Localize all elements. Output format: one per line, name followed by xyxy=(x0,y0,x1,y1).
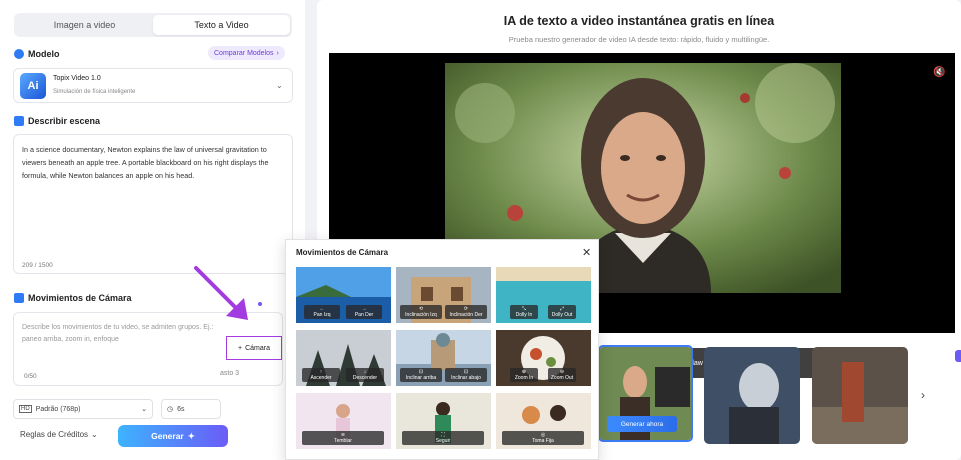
tile-follow[interactable]: ⛶ Seguir xyxy=(396,393,491,449)
dolly-in-label: Dolly In xyxy=(515,312,533,318)
resolution-select[interactable]: HD Padrão (768p) ⌄ xyxy=(13,399,153,419)
camera-section-text: Movimientos de Cámara xyxy=(28,293,132,303)
generate-label: Generar xyxy=(151,431,184,441)
shake-label: Temblar xyxy=(334,438,352,444)
tile-vertical[interactable]: ↑ Ascender ↓ Descender xyxy=(296,330,391,386)
tab-text-to-video[interactable]: Texto a Video xyxy=(153,15,290,35)
pan-left-label: Pan Izq xyxy=(313,312,331,318)
scene-text: In a science documentary, Newton explain… xyxy=(22,145,269,180)
hd-icon: HD xyxy=(19,405,32,413)
pan-right-option[interactable]: → Pan Der xyxy=(346,305,382,319)
descend-label: Descender xyxy=(352,375,378,381)
indicator-dot xyxy=(258,302,262,306)
side-handle[interactable] xyxy=(955,350,961,362)
ascend-label: Ascender xyxy=(310,375,332,381)
tile-shake[interactable]: ≋ Temblar xyxy=(296,393,391,449)
popup-title: Movimientos de Cámara xyxy=(296,248,389,257)
dolly-out-option[interactable]: ⤢ Dolly Out xyxy=(548,305,576,319)
zoom-in-option[interactable]: ⊕ Zoom In xyxy=(510,368,538,382)
follow-label: Seguir xyxy=(435,438,451,444)
mute-icon[interactable]: 🔇 xyxy=(933,67,945,78)
static-shot-label: Toma Fija xyxy=(532,438,554,444)
zoom-out-label: Zoom Out xyxy=(550,375,574,381)
incline-down-label: Inclinar abajo xyxy=(451,375,481,381)
page-subtitle: Prueba nuestro generador de video IA des… xyxy=(508,35,770,44)
tile-pan[interactable]: ← Pan Izq → Pan Der xyxy=(296,267,391,323)
model-name: Topix Video 1.0 xyxy=(53,75,101,82)
chevron-down-icon: ⌄ xyxy=(276,81,283,90)
tile-incline[interactable]: ⊡ Inclinar arriba ⊡ Inclinar abajo xyxy=(396,330,491,386)
camera-section-label: Movimientos de Cámara xyxy=(14,293,132,303)
chevron-right-icon: › xyxy=(276,49,279,57)
thumbnail-2[interactable] xyxy=(704,347,800,444)
resolution-value: Padrão (768p) xyxy=(35,405,81,413)
pan-left-option[interactable]: ← Pan Izq xyxy=(304,305,340,319)
generate-button[interactable]: Generar ✦ xyxy=(118,425,228,447)
duration-select[interactable]: ◷ 6s xyxy=(161,399,221,419)
model-section-label: Modelo xyxy=(14,49,60,59)
tilt-right-label: Inclinación Der xyxy=(449,312,483,318)
add-camera-label: Cámara xyxy=(245,344,270,352)
static-shot-option[interactable]: ◎ Toma Fija xyxy=(502,431,584,445)
incline-down-option[interactable]: ⊡ Inclinar abajo xyxy=(445,368,487,382)
model-icon xyxy=(14,49,24,59)
duration-value: 6s xyxy=(177,405,185,413)
credits-rules-link[interactable]: Reglas de Créditos ⌄ xyxy=(20,430,98,439)
mode-tabs: Imagen a video Texto a Video xyxy=(14,13,292,37)
dolly-out-label: Dolly Out xyxy=(551,312,573,318)
follow-option[interactable]: ⛶ Seguir xyxy=(402,431,484,445)
scene-section-text: Describir escena xyxy=(28,116,101,126)
pan-right-label: Pan Der xyxy=(354,312,374,318)
incline-up-label: Inclinar arriba xyxy=(405,375,437,381)
credits-rules-label: Reglas de Créditos xyxy=(20,430,89,439)
tilt-left-option[interactable]: ⟲ Inclinación Izq xyxy=(400,305,442,319)
descend-option[interactable]: ↓ Descender xyxy=(346,368,384,382)
clock-icon: ◷ xyxy=(167,406,174,413)
model-section-text: Modelo xyxy=(28,49,60,59)
generate-now-button[interactable]: Generar ahora xyxy=(607,416,677,432)
edit-icon xyxy=(14,116,24,126)
chevron-down-icon: ⌄ xyxy=(91,430,98,439)
left-panel: Imagen a video Texto a Video Modelo Comp… xyxy=(0,0,305,460)
plus-icon: + xyxy=(238,344,243,352)
model-select[interactable]: Ai Topix Video 1.0 Simulación de física … xyxy=(13,68,293,103)
add-camera-button[interactable]: + Cámara xyxy=(226,336,282,360)
thumbnail-2-image xyxy=(704,347,800,444)
tile-dolly[interactable]: ⤡ Dolly In ⤢ Dolly Out xyxy=(496,267,591,323)
tile-static[interactable]: ◎ Toma Fija xyxy=(496,393,591,449)
zoom-out-option[interactable]: ⊖ Zoom Out xyxy=(548,368,576,382)
page-title: IA de texto a video instantánea gratis e… xyxy=(503,14,775,28)
tile-tilt[interactable]: ⟲ Inclinación Izq ⟳ Inclinación Der xyxy=(396,267,491,323)
ascend-option[interactable]: ↑ Ascender xyxy=(302,368,340,382)
thumbnail-3-image xyxy=(812,347,908,444)
incline-up-option[interactable]: ⊡ Inclinar arriba xyxy=(400,368,442,382)
tile-zoom[interactable]: ⊕ Zoom In ⊖ Zoom Out xyxy=(496,330,591,386)
camera-hint: asto 3 xyxy=(220,370,240,377)
annotation-arrow xyxy=(194,266,248,320)
tilt-left-label: Inclinación Izq xyxy=(405,312,437,318)
camera-icon xyxy=(14,293,24,303)
scene-section-label: Describir escena xyxy=(14,116,100,126)
camera-char-counter: 0/50 xyxy=(24,373,37,380)
scene-char-counter: 209 / 1500 xyxy=(22,262,53,269)
tab-image-to-video[interactable]: Imagen a video xyxy=(16,15,153,35)
scene-textarea[interactable]: In a science documentary, Newton explain… xyxy=(13,134,293,274)
chevron-down-icon: ⌄ xyxy=(141,406,147,413)
zoom-in-label: Zoom In xyxy=(514,375,534,381)
compare-models-button[interactable]: Comparar Modelos › xyxy=(208,46,285,60)
tilt-right-option[interactable]: ⟳ Inclinación Der xyxy=(445,305,487,319)
close-icon[interactable]: ✕ xyxy=(582,246,591,259)
dolly-in-option[interactable]: ⤡ Dolly In xyxy=(510,305,538,319)
model-subtitle: Simulación de física inteligente xyxy=(53,89,136,95)
compare-models-label: Comparar Modelos xyxy=(214,49,274,57)
sparkle-icon: ✦ xyxy=(187,430,195,441)
model-logo-icon: Ai xyxy=(20,73,46,99)
shake-option[interactable]: ≋ Temblar xyxy=(302,431,384,445)
camera-movements-popup: Movimientos de Cámara ✕ ← Pan Izq → Pan … xyxy=(285,239,599,460)
chevron-right-icon[interactable]: › xyxy=(921,388,925,402)
thumbnail-3[interactable] xyxy=(812,347,908,444)
